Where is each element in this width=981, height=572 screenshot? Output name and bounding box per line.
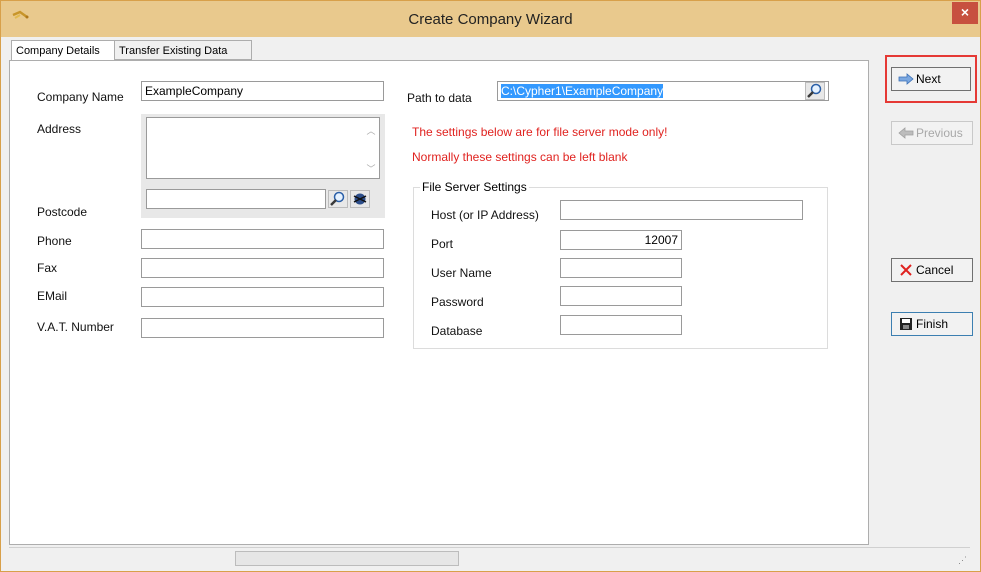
scroll-down-icon[interactable]: ﹀ [365,162,377,174]
path-to-data-label: Path to data [407,91,472,105]
password-label: Password [431,295,484,309]
postcode-search-button[interactable] [328,190,348,208]
company-name-input[interactable]: ExampleCompany [141,81,384,101]
status-progress-slot [235,551,459,566]
previous-label: Previous [916,126,963,140]
address-textarea[interactable]: ︿ ﹀ [146,117,380,179]
finish-label: Finish [916,317,949,331]
browse-path-button[interactable] [805,82,825,100]
cancel-button[interactable]: Cancel [891,258,973,282]
file-server-note-2: Normally these settings can be left blan… [412,150,628,164]
port-label: Port [431,237,454,251]
email-label: EMail [37,289,68,303]
company-details-panel: Company Name ExampleCompany Address ︿ ﹀ … [9,60,869,545]
database-label: Database [431,324,483,338]
database-input[interactable] [560,315,682,335]
vat-number-input[interactable] [141,318,384,338]
save-disk-icon [900,318,912,330]
wizard-window: Create Company Wizard × Company Details … [0,0,981,572]
next-label: Next [916,72,941,86]
file-server-settings-title: File Server Settings [420,180,529,194]
cancel-label: Cancel [916,263,954,277]
next-button[interactable]: Next [891,67,971,91]
postcode-label: Postcode [37,205,88,219]
search-icon [807,83,822,98]
search-icon [330,191,345,206]
host-input[interactable] [560,200,803,220]
port-input[interactable]: 12007 [560,230,682,250]
host-label: Host (or IP Address) [431,208,539,222]
wizard-content: Company Details Transfer Existing Data C… [9,37,977,547]
address-label: Address [37,122,82,136]
user-name-input[interactable] [560,258,682,278]
title-bar: Create Company Wizard × [1,1,980,37]
postcode-lookup-button[interactable] [350,190,370,208]
phone-input[interactable] [141,229,384,249]
arrow-right-icon [898,73,914,85]
company-name-label: Company Name [37,90,124,104]
password-input[interactable] [560,286,682,306]
path-to-data-input[interactable]: C:\Cypher1\ExampleCompany [497,81,829,101]
file-server-settings-group: File Server Settings Host (or IP Address… [413,180,828,349]
vat-number-label: V.A.T. Number [37,320,114,334]
user-name-label: User Name [431,266,492,280]
postcode-input[interactable] [146,189,326,209]
fax-label: Fax [37,261,58,275]
tab-company-details[interactable]: Company Details [11,40,115,61]
resize-grip-icon[interactable]: ⋰ [958,555,967,566]
tab-transfer-existing-data[interactable]: Transfer Existing Data [114,40,252,60]
fax-input[interactable] [141,258,384,278]
close-button[interactable]: × [952,2,978,24]
email-input[interactable] [141,287,384,307]
phone-label: Phone [37,234,72,248]
arrow-left-icon [898,127,914,139]
previous-button[interactable]: Previous [891,121,973,145]
file-server-note-1: The settings below are for file server m… [412,125,668,139]
cancel-x-icon [900,264,912,276]
finish-button[interactable]: Finish [891,312,973,336]
scroll-up-icon[interactable]: ︿ [365,124,377,136]
path-value: C:\Cypher1\ExampleCompany [501,84,664,98]
status-bar: ⋰ [9,547,970,569]
window-title: Create Company Wizard [408,11,573,28]
postcode-lookup-icon [353,193,367,205]
